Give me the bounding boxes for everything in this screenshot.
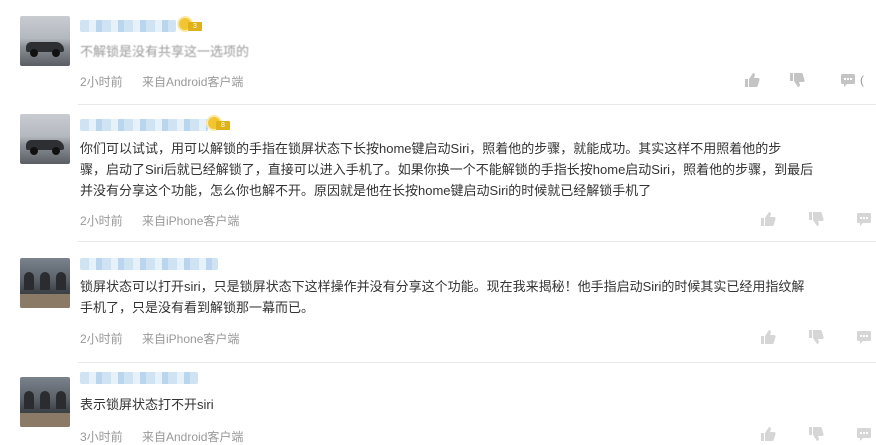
thumbs-down-icon[interactable] [789,72,805,91]
comment-source: 来自Android客户端 [142,75,244,89]
comment-text: 表示锁屏状态打不开siri [80,397,214,412]
comment-item: 3 不解锁是没有共享这一选项的 2小时前 来自Android客户端 ( [0,0,876,104]
comment-actions [736,211,876,229]
thumbs-down-icon[interactable] [808,426,824,445]
comment-text: 锁屏状态可以打开siri，只是锁屏状态下这样操作并没有分享这个功能。现在我来揭秘… [80,279,805,315]
comment-bubble-icon[interactable] [856,329,872,348]
username-blurred[interactable]: 8 [80,117,230,133]
comment-item: 锁屏状态可以打开siri，只是锁屏状态下这样操作并没有分享这个功能。现在我来揭秘… [0,241,876,362]
comment-bubble-icon[interactable] [856,426,872,445]
comment-time: 3小时前 [80,430,123,444]
user-avatar[interactable] [20,377,70,427]
comment-item: 表示锁屏状态打不开siri 3小时前 来自Android客户端 [0,362,876,444]
comment-time: 2小时前 [80,75,123,89]
comment-actions [736,329,876,347]
comment-text: 不解锁是没有共享这一选项的 [80,44,250,59]
comment-source: 来自Android客户端 [142,430,244,444]
comment-bubble-icon[interactable] [840,72,856,91]
comment-actions [736,426,876,444]
user-avatar[interactable] [20,114,70,164]
comment-text: 你们可以试试，用可以解锁的手指在锁屏状态下长按home键启动Siri，照着他的步… [80,141,814,198]
thumbs-up-icon[interactable] [760,426,776,445]
reply-count[interactable]: ( [860,72,864,88]
thumbs-up-icon[interactable] [760,211,776,230]
thumbs-down-icon[interactable] [808,211,824,230]
comment-item: 8 你们可以试试，用可以解锁的手指在锁屏状态下长按home键启动Siri，照着他… [0,104,876,241]
thumbs-down-icon[interactable] [808,329,824,348]
thumbs-up-icon[interactable] [744,72,760,91]
comment-source: 来自iPhone客户端 [142,214,240,228]
username-blurred[interactable] [80,372,200,386]
comment-time: 2小时前 [80,214,123,228]
user-avatar[interactable] [20,16,70,66]
username-blurred[interactable] [80,258,220,272]
comment-bubble-icon[interactable] [856,211,872,230]
comment-time: 2小时前 [80,332,123,346]
level-badge: 8 [216,121,230,130]
comment-actions: ( [736,72,876,90]
comment-source: 来自iPhone客户端 [142,332,240,346]
username-blurred[interactable]: 3 [80,18,210,34]
user-avatar[interactable] [20,258,70,308]
thumbs-up-icon[interactable] [760,329,776,348]
level-badge: 3 [188,22,202,31]
